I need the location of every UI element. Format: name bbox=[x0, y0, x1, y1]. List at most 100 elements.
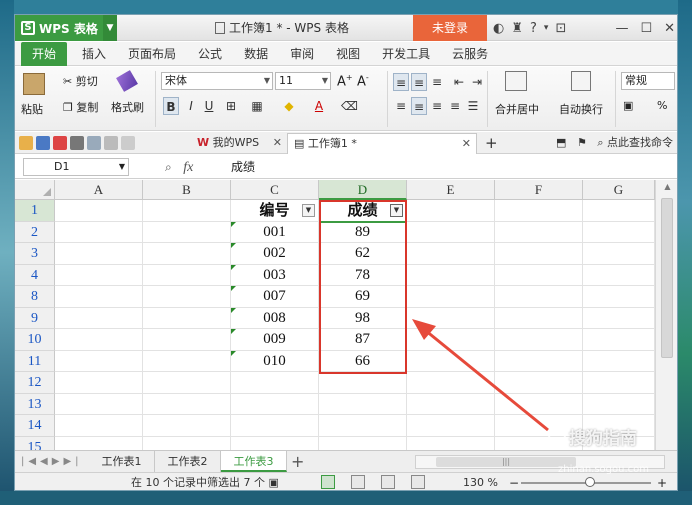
redo-icon[interactable] bbox=[121, 136, 135, 150]
cell[interactable] bbox=[407, 286, 495, 308]
column-header-a[interactable]: A bbox=[55, 180, 143, 200]
row-header[interactable]: 2 bbox=[15, 221, 55, 243]
percent-button[interactable]: % bbox=[657, 99, 667, 112]
sheet-tab-2[interactable]: 工作表2 bbox=[155, 451, 221, 472]
column-header-d[interactable]: D bbox=[319, 180, 407, 200]
align-top-icon[interactable]: ≡ bbox=[393, 73, 409, 91]
cell-id[interactable] bbox=[231, 393, 319, 415]
tab-review[interactable]: 审阅 bbox=[279, 42, 325, 66]
maximize-icon[interactable]: ☐ bbox=[640, 21, 652, 36]
zoom-slider-handle[interactable] bbox=[585, 477, 595, 487]
paste-button[interactable] bbox=[23, 73, 45, 95]
cell[interactable] bbox=[143, 436, 231, 450]
bold-button[interactable]: B bbox=[163, 97, 179, 115]
cell[interactable] bbox=[143, 393, 231, 415]
align-bottom-icon[interactable]: ≡ bbox=[429, 73, 445, 91]
tab-insert[interactable]: 插入 bbox=[71, 42, 117, 66]
cell[interactable] bbox=[583, 329, 655, 351]
merge-center-button[interactable] bbox=[505, 71, 527, 91]
command-search[interactable]: ⬒ ⚑ ⌕ 点此查找命令 bbox=[556, 132, 673, 154]
cell[interactable] bbox=[495, 307, 583, 329]
cell[interactable] bbox=[583, 221, 655, 243]
cell-style-button[interactable]: ▦ bbox=[249, 97, 265, 115]
cell[interactable] bbox=[55, 307, 143, 329]
tab-developer[interactable]: 开发工具 bbox=[371, 42, 441, 66]
column-header-f[interactable]: F bbox=[495, 180, 583, 200]
cell[interactable] bbox=[55, 415, 143, 437]
cell[interactable] bbox=[495, 264, 583, 286]
zoom-out-icon[interactable]: − bbox=[509, 473, 519, 490]
tab-page-layout[interactable]: 页面布局 bbox=[117, 42, 187, 66]
cell[interactable] bbox=[143, 350, 231, 372]
fill-color-button[interactable]: ◆ bbox=[281, 97, 297, 115]
restore-ribbon-icon[interactable]: ⊡ bbox=[555, 21, 566, 36]
tab-cloud-services[interactable]: 云服务 bbox=[441, 42, 499, 66]
page-break-view-icon[interactable] bbox=[381, 475, 395, 489]
open-folder-icon[interactable] bbox=[19, 136, 33, 150]
cell-id[interactable] bbox=[231, 436, 319, 450]
cell-id[interactable]: 009 bbox=[231, 329, 319, 351]
zoom-level[interactable]: 130 % bbox=[463, 473, 498, 490]
undo-icon[interactable] bbox=[104, 136, 118, 150]
italic-button[interactable]: I bbox=[183, 97, 199, 115]
zoom-search-icon[interactable]: ⌕ bbox=[165, 160, 172, 174]
cell[interactable] bbox=[583, 264, 655, 286]
vertical-scroll-thumb[interactable] bbox=[661, 198, 673, 358]
indent-increase-icon[interactable]: ⇥ bbox=[469, 73, 485, 91]
column-header-c[interactable]: C bbox=[231, 180, 319, 200]
align-left-icon[interactable]: ≡ bbox=[393, 97, 409, 115]
wrap-text-button[interactable] bbox=[571, 71, 591, 91]
cell[interactable] bbox=[583, 393, 655, 415]
cell[interactable] bbox=[583, 286, 655, 308]
row-header[interactable]: 3 bbox=[15, 243, 55, 265]
cell-id[interactable] bbox=[231, 415, 319, 437]
cell-id[interactable]: 008 bbox=[231, 307, 319, 329]
cell-id[interactable]: 001 bbox=[231, 221, 319, 243]
cell[interactable] bbox=[583, 307, 655, 329]
row-header[interactable]: 4 bbox=[15, 264, 55, 286]
cell-id[interactable] bbox=[231, 372, 319, 394]
cell[interactable] bbox=[55, 350, 143, 372]
vertical-scrollbar[interactable]: ▲ bbox=[655, 180, 677, 450]
cell[interactable] bbox=[407, 372, 495, 394]
cell[interactable] bbox=[143, 415, 231, 437]
cell[interactable] bbox=[407, 307, 495, 329]
cell-id[interactable]: 003 bbox=[231, 264, 319, 286]
font-name-select[interactable]: 宋体 ▼ bbox=[161, 72, 273, 90]
row-header[interactable]: 15 bbox=[15, 436, 55, 450]
login-button[interactable]: 未登录 bbox=[413, 15, 487, 41]
filter-dropdown-id[interactable]: ▼ bbox=[302, 204, 315, 217]
help-icon[interactable]: ? bbox=[530, 21, 537, 36]
cell[interactable] bbox=[583, 200, 655, 222]
cell[interactable] bbox=[407, 200, 495, 222]
cell[interactable] bbox=[407, 221, 495, 243]
currency-icon[interactable]: ▣ bbox=[623, 99, 633, 112]
cell[interactable] bbox=[495, 350, 583, 372]
row-header[interactable]: 8 bbox=[15, 286, 55, 308]
normal-view-icon[interactable] bbox=[321, 475, 335, 489]
cell[interactable] bbox=[55, 264, 143, 286]
cell[interactable] bbox=[143, 329, 231, 351]
minimize-icon[interactable]: — bbox=[615, 21, 628, 36]
cell-score[interactable] bbox=[319, 372, 407, 394]
cell[interactable] bbox=[495, 372, 583, 394]
scroll-up-icon[interactable]: ▲ bbox=[656, 180, 677, 194]
cell[interactable] bbox=[55, 393, 143, 415]
align-justify-icon[interactable]: ≡ bbox=[447, 97, 463, 115]
format-painter-button[interactable] bbox=[116, 70, 138, 92]
doc-tab-my-wps[interactable]: W 我的WPS ✕ bbox=[191, 133, 287, 154]
cell-id[interactable]: 002 bbox=[231, 243, 319, 265]
cell[interactable] bbox=[143, 200, 231, 222]
cell[interactable] bbox=[495, 393, 583, 415]
cell[interactable] bbox=[583, 350, 655, 372]
close-icon[interactable]: ✕ bbox=[462, 134, 471, 154]
cell[interactable] bbox=[407, 243, 495, 265]
skin-icon[interactable]: ◐ bbox=[493, 21, 504, 36]
column-header-e[interactable]: E bbox=[407, 180, 495, 200]
cell[interactable] bbox=[407, 329, 495, 351]
cell[interactable] bbox=[143, 221, 231, 243]
cell[interactable] bbox=[407, 350, 495, 372]
sheet-tab-3[interactable]: 工作表3 bbox=[221, 451, 287, 472]
cell[interactable] bbox=[583, 243, 655, 265]
row-header[interactable]: 13 bbox=[15, 393, 55, 415]
